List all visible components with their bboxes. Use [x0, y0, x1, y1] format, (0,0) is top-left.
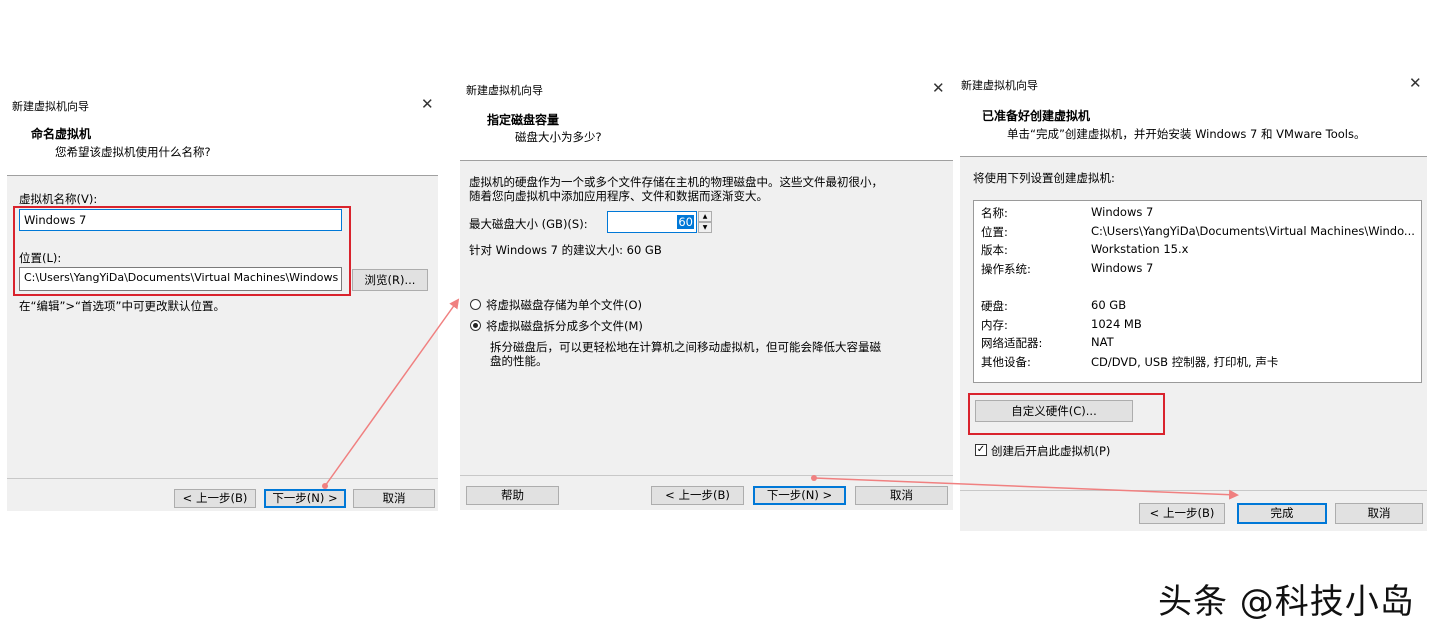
arrow-to-dialog2 [324, 298, 460, 487]
annotation-arrows [322, 298, 1239, 500]
arrow-to-dialog3 [813, 477, 1239, 500]
watermark: 头条 @科技小岛 [1158, 582, 1415, 622]
